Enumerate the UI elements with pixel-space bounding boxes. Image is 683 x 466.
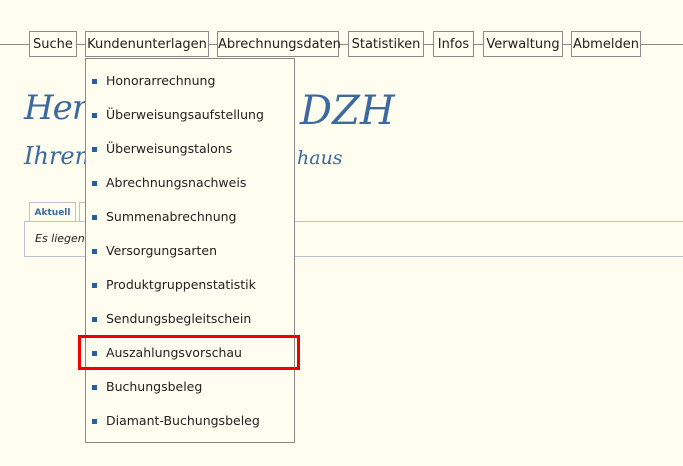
bullet-icon <box>92 79 97 84</box>
menu-item-ueberweisungstalons[interactable]: Überweisungstalons <box>86 132 294 166</box>
menu-item-label: Auszahlungsvorschau <box>106 345 242 360</box>
panel-text: Es liegen <box>35 232 85 245</box>
menu-item-label: Überweisungstalons <box>106 141 233 156</box>
bullet-icon <box>92 181 97 186</box>
bullet-icon <box>92 215 97 220</box>
greeting-line-1-end: DZH <box>300 88 395 134</box>
bullet-icon <box>92 385 97 390</box>
menu-item-label: Abrechnungsnachweis <box>106 175 247 190</box>
menu-item-summenabrechnung[interactable]: Summenabrechnung <box>86 200 294 234</box>
menu-item-auszahlungsvorschau[interactable]: Auszahlungsvorschau <box>86 336 294 370</box>
bullet-icon <box>92 317 97 322</box>
menu-item-label: Sendungsbegleitschein <box>106 311 252 326</box>
menu-item-abrechnungsnachweis[interactable]: Abrechnungsnachweis <box>86 166 294 200</box>
bullet-icon <box>92 351 97 356</box>
greeting-line-2-end: haus <box>297 147 343 169</box>
nav-suche[interactable]: Suche <box>29 31 77 57</box>
menu-item-label: Summenabrechnung <box>106 209 237 224</box>
menu-item-ueberweisungsaufstellung[interactable]: Überweisungsaufstellung <box>86 98 294 132</box>
menu-item-buchungsbeleg[interactable]: Buchungsbeleg <box>86 370 294 404</box>
menu-item-label: Buchungsbeleg <box>106 379 203 394</box>
bullet-icon <box>92 113 97 118</box>
menu-item-versorgungsarten[interactable]: Versorgungsarten <box>86 234 294 268</box>
menu-item-honorarrechnung[interactable]: Honorarrechnung <box>86 64 294 98</box>
menu-item-label: Versorgungsarten <box>106 243 218 258</box>
nav-kundenunterlagen[interactable]: Kundenunterlagen <box>85 31 209 57</box>
tab-aktuell[interactable]: Aktuell <box>29 202 76 222</box>
nav-infos[interactable]: Infos <box>433 31 474 57</box>
menu-item-label: Diamant-Buchungsbeleg <box>106 413 260 428</box>
nav-verwaltung[interactable]: Verwaltung <box>483 31 563 57</box>
menu-item-label: Produktgruppenstatistik <box>106 277 256 292</box>
nav-abrechnungsdaten[interactable]: Abrechnungsdaten <box>217 31 341 57</box>
bullet-icon <box>92 147 97 152</box>
bullet-icon <box>92 283 97 288</box>
nav-statistiken[interactable]: Statistiken <box>348 31 424 57</box>
kundenunterlagen-dropdown: Honorarrechnung Überweisungsaufstellung … <box>85 58 295 443</box>
menu-item-label: Honorarrechnung <box>106 73 216 88</box>
nav-abmelden[interactable]: Abmelden <box>571 31 641 57</box>
menu-item-produktgruppenstatistik[interactable]: Produktgruppenstatistik <box>86 268 294 302</box>
bullet-icon <box>92 419 97 424</box>
menu-item-diamant-buchungsbeleg[interactable]: Diamant-Buchungsbeleg <box>86 404 294 438</box>
menu-item-sendungsbegleitschein[interactable]: Sendungsbegleitschein <box>86 302 294 336</box>
menu-item-label: Überweisungsaufstellung <box>106 107 264 122</box>
bullet-icon <box>92 249 97 254</box>
